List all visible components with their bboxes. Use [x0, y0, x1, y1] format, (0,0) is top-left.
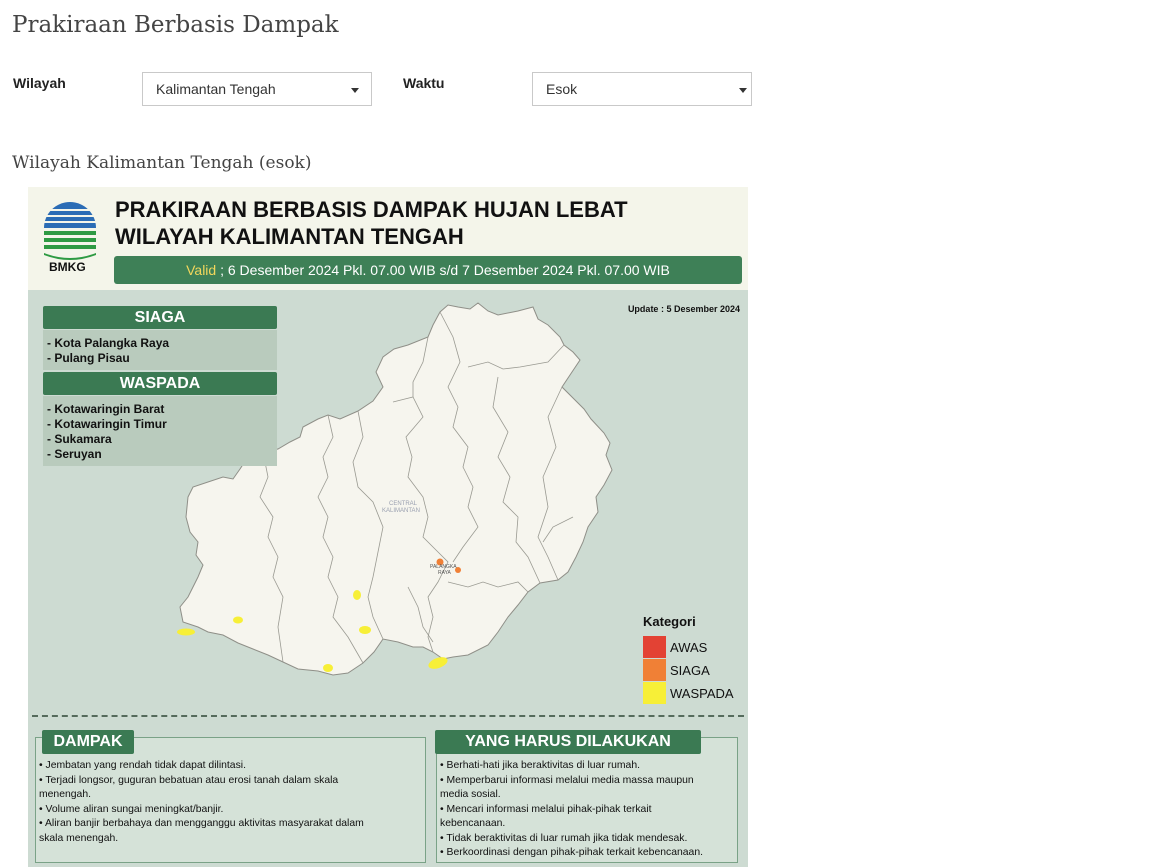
waspada-area-marker — [353, 590, 361, 600]
legend-swatch — [643, 659, 666, 681]
poster-header: BMKG PRAKIRAAN BERBASIS DAMPAK HUJAN LEB… — [28, 187, 748, 290]
bmkg-logo-icon — [44, 202, 96, 260]
forecast-poster-image: BMKG PRAKIRAAN BERBASIS DAMPAK HUJAN LEB… — [28, 187, 748, 867]
waspada-area-marker — [177, 628, 195, 636]
dampak-list: • Jembatan yang rendah tidak dapat dilin… — [39, 759, 423, 846]
list-item: • Aliran banjir berbahaya dan mengganggu… — [39, 818, 364, 829]
divider — [32, 715, 744, 717]
page-title: Prakiraan Berbasis Dampak — [12, 12, 339, 38]
list-item: • Tidak beraktivitas di luar rumah jika … — [440, 832, 688, 844]
list-item: • Berkoordinasi dengan pihak-pihak terka… — [440, 847, 703, 858]
list-item: • Berhati-hati jika beraktivitas di luar… — [440, 760, 640, 771]
list-item: • Mencari informasi melalui pihak-pihak … — [440, 803, 652, 815]
waspada-header: WASPADA — [43, 372, 277, 395]
waspada-area-marker — [359, 626, 371, 634]
map-region-label: CENTRAL — [389, 501, 418, 507]
list-item: kebencanaan. — [440, 818, 506, 829]
map-city-label: RAYA — [438, 570, 452, 576]
region-label: Wilayah — [13, 75, 66, 91]
map-region-label: KALIMANTAN — [382, 508, 420, 514]
siaga-header: SIAGA — [43, 306, 277, 329]
dampak-box: • Jembatan yang rendah tidak dapat dilin… — [35, 737, 426, 863]
time-label: Waktu — [403, 75, 445, 91]
region-select[interactable]: Kalimantan Tengah — [142, 72, 372, 106]
list-item: • Jembatan yang rendah tidak dapat dilin… — [39, 760, 246, 771]
tindakan-box: • Berhati-hati jika beraktivitas di luar… — [436, 737, 738, 863]
waspada-area-marker — [323, 664, 333, 672]
time-select-value: Esok — [546, 81, 578, 97]
list-item: - Kota Palangka Raya — [47, 336, 170, 350]
list-item: - Pulang Pisau — [47, 351, 130, 365]
list-item: - Kotawaringin Timur — [47, 417, 167, 431]
list-item: - Seruyan — [47, 447, 102, 461]
list-item: • Volume aliran sungai meningkat/banjir. — [39, 803, 224, 815]
dampak-header: DAMPAK — [42, 730, 134, 754]
list-item: - Sukamara — [47, 432, 112, 446]
waspada-list: - Kotawaringin Barat - Kotawaringin Timu… — [43, 396, 277, 466]
chevron-down-icon — [739, 88, 747, 93]
legend-title: Kategori — [643, 614, 696, 629]
list-item: skala menengah. — [39, 832, 119, 844]
list-item: - Kotawaringin Barat — [47, 402, 165, 416]
legend-swatch — [643, 682, 666, 704]
section-title: Wilayah Kalimantan Tengah (esok) — [12, 153, 312, 173]
list-item: • Memperbarui informasi melalui media ma… — [440, 774, 694, 786]
legend-label: SIAGA — [670, 663, 710, 678]
tindakan-header: YANG HARUS DILAKUKAN — [435, 730, 701, 754]
time-select[interactable]: Esok — [532, 72, 752, 106]
validity-bar: Valid ; 6 Desember 2024 Pkl. 07.00 WIB s… — [114, 256, 742, 284]
tindakan-list: • Berhati-hati jika beraktivitas di luar… — [440, 759, 736, 861]
list-item: • Terjadi longsor, guguran bebatuan atau… — [39, 774, 339, 786]
legend-swatch — [643, 636, 666, 658]
poster-title: PRAKIRAAN BERBASIS DAMPAK HUJAN LEBAT WI… — [115, 197, 628, 249]
legend-label: WASPADA — [670, 686, 734, 701]
logo-text: BMKG — [49, 260, 86, 274]
siaga-list: - Kota Palangka Raya - Pulang Pisau — [43, 330, 277, 370]
legend-label: AWAS — [670, 640, 708, 655]
list-item: media sosial. — [440, 789, 501, 800]
chevron-down-icon — [351, 88, 359, 93]
region-select-value: Kalimantan Tengah — [156, 81, 276, 97]
waspada-area-marker — [233, 616, 243, 624]
list-item: menengah. — [39, 789, 91, 800]
